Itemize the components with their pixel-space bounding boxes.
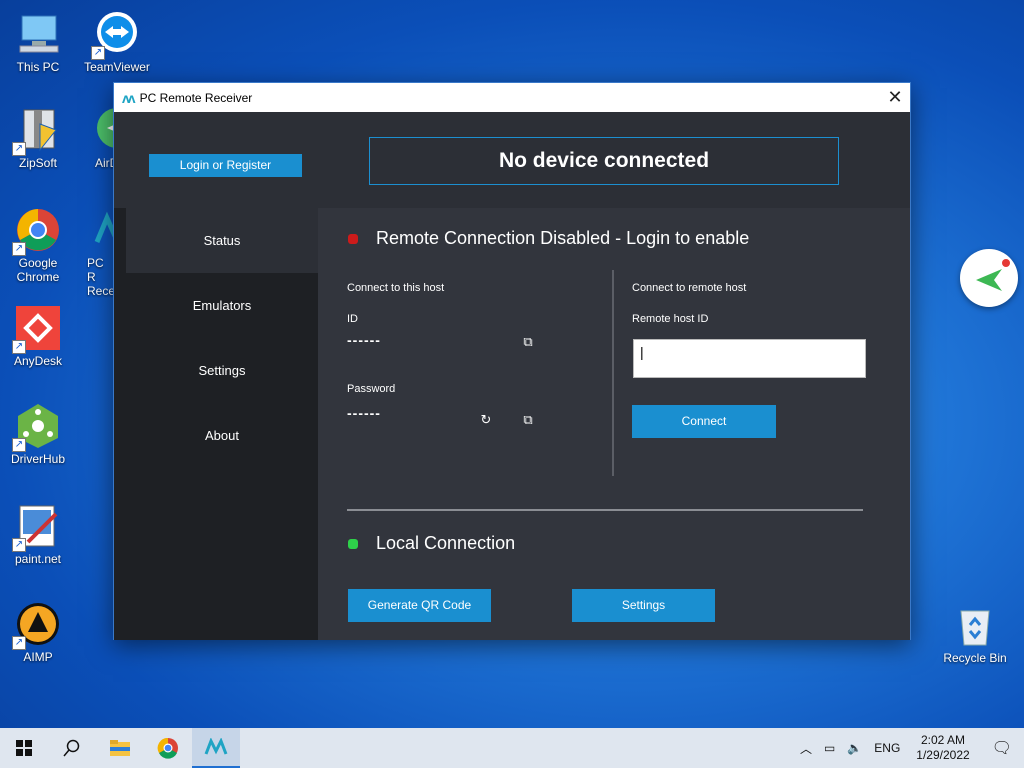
desktop-icon-label: This PC: [16, 60, 60, 74]
desktop-icon-label: AirD: [95, 156, 115, 170]
desktop-icon-paint-net[interactable]: ↗ paint.net: [0, 502, 76, 566]
chevron-up-icon[interactable]: ︿: [794, 740, 818, 757]
folder-icon: [110, 740, 130, 756]
language-indicator[interactable]: ENG: [868, 741, 906, 755]
start-button[interactable]: [0, 728, 48, 768]
top-bar: Login or Register No device connected: [114, 112, 910, 208]
volume-muted-icon[interactable]: 🔈: [841, 741, 868, 755]
shortcut-arrow-icon: ↗: [12, 438, 26, 452]
desktop-icon-pc-remote-receiver[interactable]: PC R Recei: [79, 206, 115, 298]
clock[interactable]: 2:02 AM 1/29/2022: [906, 733, 979, 763]
remote-host-id-input[interactable]: |: [633, 339, 866, 378]
connect-to-this-host-label: Connect to this host: [347, 282, 445, 294]
local-connection-row: Local Connection: [348, 533, 515, 554]
notification-icon[interactable]: 🗨: [980, 738, 1024, 758]
teamviewer-icon: ↗: [91, 10, 141, 60]
title-bar: ʌʌ PC Remote Receiver ✕: [114, 83, 910, 112]
shortcut-arrow-icon: ↗: [12, 242, 26, 256]
desktop-icon-aimp[interactable]: ↗ AIMP: [0, 600, 76, 664]
nav-emulators[interactable]: Emulators: [126, 273, 318, 338]
desktop-icon-airdroid[interactable]: AirD: [79, 106, 115, 170]
status-panel: Remote Connection Disabled - Login to en…: [318, 208, 910, 640]
desktop-icon-label: PC R Recei: [87, 256, 115, 298]
desktop-icon-label: Google Chrome: [16, 256, 60, 284]
refresh-password-icon[interactable]: ↻: [479, 413, 493, 427]
desktop-icon-driverhub[interactable]: ↗ DriverHub: [0, 402, 76, 466]
desktop-icon-label: AnyDesk: [13, 354, 63, 368]
connect-to-remote-host-label: Connect to remote host: [632, 282, 747, 294]
pc-remote-receiver-icon: [93, 206, 115, 254]
zipsoft-icon: ↗: [12, 106, 62, 156]
desktop-icon-label: ZipSoft: [18, 156, 57, 170]
app-logo-icon: ʌʌ: [122, 89, 136, 106]
desktop-icon-label: Recycle Bin: [943, 651, 1007, 665]
desktop-icon-this-pc[interactable]: This PC: [0, 10, 76, 74]
copy-password-icon[interactable]: ⧉: [521, 413, 535, 427]
taskbar-chrome[interactable]: [144, 728, 192, 768]
nav-about[interactable]: About: [126, 403, 318, 468]
taskbar: ︿ ▭ 🔈 ENG 2:02 AM 1/29/2022 🗨: [0, 728, 1024, 768]
sidebar-edge: [114, 208, 126, 640]
chrome-icon: ↗: [12, 206, 62, 256]
remote-status-row: Remote Connection Disabled - Login to en…: [348, 228, 749, 249]
paint-net-icon: ↗: [12, 502, 62, 552]
taskbar-file-explorer[interactable]: [96, 728, 144, 768]
pc-remote-receiver-window: ʌʌ PC Remote Receiver ✕ Login or Registe…: [113, 82, 911, 640]
clock-time: 2:02 AM: [920, 733, 965, 747]
network-icon[interactable]: ▭: [818, 741, 841, 755]
desktop-icon-label: TeamViewer: [84, 60, 150, 74]
aimp-icon: ↗: [12, 600, 62, 650]
computer-icon: [14, 10, 62, 58]
copy-id-icon[interactable]: ⧉: [521, 335, 535, 349]
local-settings-button[interactable]: Settings: [572, 589, 715, 622]
nav-settings[interactable]: Settings: [126, 338, 318, 403]
local-connection-text: Local Connection: [376, 533, 516, 553]
desktop-icon-label: paint.net: [14, 552, 62, 566]
system-tray: ︿ ▭ 🔈 ENG 2:02 AM 1/29/2022 🗨: [794, 728, 1024, 768]
pc-remote-receiver-icon: [204, 738, 228, 755]
close-icon: ✕: [887, 87, 903, 107]
close-button[interactable]: ✕: [880, 83, 910, 112]
id-value: ------: [347, 332, 381, 348]
sidebar: Status Emulators Settings About: [126, 208, 318, 640]
desktop-icon-label: DriverHub: [10, 452, 65, 466]
id-label: ID: [347, 313, 358, 325]
nav-status[interactable]: Status: [126, 208, 318, 273]
windows-icon: [16, 740, 32, 756]
airdroid-floating-icon[interactable]: [960, 249, 1018, 307]
desktop-icon-label: AIMP: [23, 650, 53, 664]
shortcut-arrow-icon: ↗: [12, 636, 26, 650]
anydesk-icon: ↗: [12, 304, 62, 354]
clock-date: 1/29/2022: [916, 748, 970, 762]
horizontal-divider: [347, 509, 863, 511]
desktop-icon-zipsoft[interactable]: ↗ ZipSoft: [0, 106, 76, 170]
desktop-icon-recycle-bin[interactable]: Recycle Bin: [937, 601, 1013, 665]
desktop-icon-teamviewer[interactable]: ↗ TeamViewer: [79, 10, 155, 74]
taskbar-pc-remote-receiver[interactable]: [192, 728, 240, 768]
remote-host-id-label: Remote host ID: [632, 313, 709, 325]
device-status-box: No device connected: [369, 137, 839, 185]
remote-status-text: Remote Connection Disabled - Login to en…: [376, 228, 750, 248]
shortcut-arrow-icon: ↗: [12, 340, 26, 354]
vertical-divider: [612, 270, 614, 476]
shortcut-arrow-icon: ↗: [12, 142, 26, 156]
connect-button[interactable]: Connect: [632, 405, 776, 438]
login-register-button[interactable]: Login or Register: [149, 154, 302, 177]
desktop-icon-google-chrome[interactable]: ↗ Google Chrome: [0, 206, 76, 284]
shortcut-arrow-icon: ↗: [12, 538, 26, 552]
remote-status-indicator-icon: [348, 233, 358, 244]
password-value: ------: [347, 405, 381, 421]
recycle-bin-icon: [951, 601, 999, 649]
driverhub-icon: ↗: [12, 402, 62, 452]
airdroid-icon: [93, 106, 115, 154]
generate-qr-code-button[interactable]: Generate QR Code: [348, 589, 491, 622]
search-button[interactable]: [48, 728, 96, 768]
window-title: PC Remote Receiver: [139, 90, 253, 105]
search-icon: [63, 739, 80, 757]
chrome-icon: [157, 737, 178, 759]
password-label: Password: [347, 383, 396, 395]
local-connection-indicator-icon: [348, 538, 358, 549]
desktop-icon-anydesk[interactable]: ↗ AnyDesk: [0, 304, 76, 368]
shortcut-arrow-icon: ↗: [91, 46, 105, 60]
